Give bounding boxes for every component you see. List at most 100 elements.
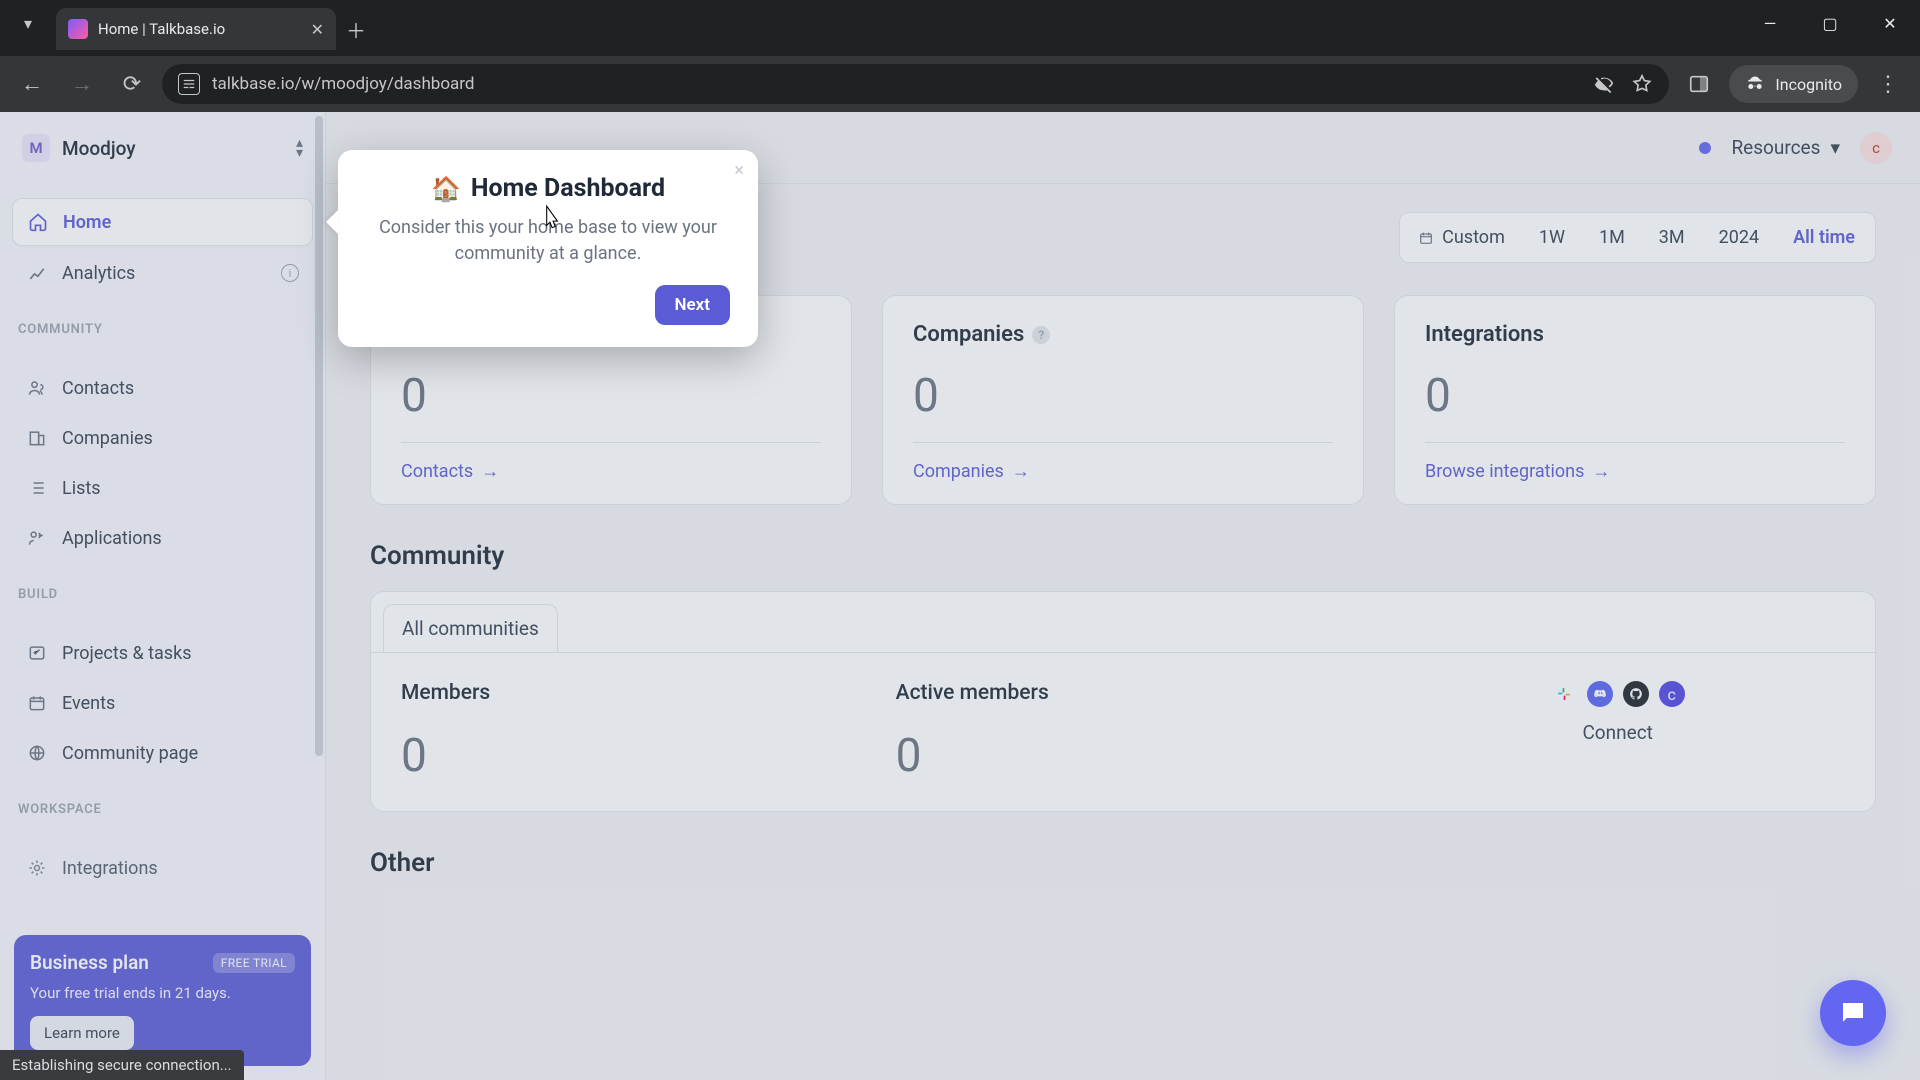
sidebar-item-label: Applications xyxy=(62,528,162,549)
sidebar-item-analytics[interactable]: Analytics i xyxy=(12,250,313,296)
tab-all-communities[interactable]: All communities xyxy=(383,604,558,652)
sidebar-item-lists[interactable]: Lists xyxy=(12,465,313,511)
arrow-right-icon: → xyxy=(481,461,499,482)
stat-link-contacts[interactable]: Contacts → xyxy=(401,442,821,482)
workspace-switcher[interactable]: M Moodjoy ▴▾ xyxy=(12,126,313,170)
sidebar-item-projects[interactable]: Projects & tasks xyxy=(12,630,313,676)
workspace-name: Moodjoy xyxy=(62,137,136,160)
section-other-title: Other xyxy=(370,848,1876,878)
window-close-icon[interactable]: ✕ xyxy=(1860,0,1920,46)
nav-reload-button[interactable]: ⟳ xyxy=(112,64,152,104)
analytics-icon xyxy=(26,262,48,284)
tracking-off-icon[interactable] xyxy=(1593,73,1615,95)
tab-search-dropdown[interactable]: ▾ xyxy=(0,0,56,46)
sidebar-item-integrations[interactable]: Integrations xyxy=(12,845,313,891)
onboarding-coachmark: × 🏠 Home Dashboard Consider this your ho… xyxy=(338,150,758,347)
address-bar[interactable]: talkbase.io/w/moodjoy/dashboard xyxy=(162,64,1669,104)
stat-card-companies: Companies? 0 Companies→ xyxy=(882,295,1364,505)
stat-link-label: Contacts xyxy=(401,461,473,482)
slack-icon xyxy=(1551,681,1577,707)
stat-link-integrations[interactable]: Browse integrations→ xyxy=(1425,442,1845,482)
time-range-filter: Custom 1W 1M 3M 2024 All time xyxy=(1399,212,1876,263)
filter-all-time[interactable]: All time xyxy=(1777,217,1871,258)
globe-icon xyxy=(26,742,48,764)
connect-button[interactable]: Connect xyxy=(1582,721,1652,744)
workspace-avatar: M xyxy=(22,134,50,162)
trial-title: Business plan xyxy=(30,951,149,974)
stat-title: Integrations xyxy=(1425,322,1544,347)
browser-status-text: Establishing secure connection... xyxy=(0,1050,244,1080)
sidebar-item-label: Analytics xyxy=(62,263,135,284)
stat-card-integrations: Integrations 0 Browse integrations→ xyxy=(1394,295,1876,505)
trial-learn-more-button[interactable]: Learn more xyxy=(30,1016,134,1050)
sidebar-item-events[interactable]: Events xyxy=(12,680,313,726)
github-icon xyxy=(1623,681,1649,707)
incognito-indicator[interactable]: Incognito xyxy=(1729,65,1858,103)
trial-subtitle: Your free trial ends in 21 days. xyxy=(30,984,295,1002)
sidebar-item-label: Lists xyxy=(62,478,101,499)
filter-2024[interactable]: 2024 xyxy=(1703,217,1775,258)
coachmark-title: Home Dashboard xyxy=(471,174,665,203)
resources-menu[interactable]: Resources ▾ xyxy=(1731,136,1840,159)
tab-favicon xyxy=(68,19,88,39)
sidebar-item-label: Integrations xyxy=(62,858,158,879)
browser-menu-icon[interactable]: ⋮ xyxy=(1868,64,1908,104)
coachmark-next-button[interactable]: Next xyxy=(655,285,731,325)
sidebar-item-companies[interactable]: Companies xyxy=(12,415,313,461)
user-avatar[interactable]: c xyxy=(1860,132,1892,164)
nav-forward-button[interactable]: → xyxy=(62,64,102,104)
nav-back-button[interactable]: ← xyxy=(12,64,52,104)
new-tab-button[interactable]: ＋ xyxy=(336,8,376,50)
sidebar-section-workspace: WORKSPACE xyxy=(18,802,307,817)
metric-active-value: 0 xyxy=(896,729,1351,783)
coachmark-body: Consider this your home base to view you… xyxy=(366,215,730,267)
sidebar: M Moodjoy ▴▾ Home Analytics i COMMUNITY xyxy=(0,112,326,1080)
site-settings-icon[interactable] xyxy=(178,73,200,95)
filter-1m[interactable]: 1M xyxy=(1583,217,1641,258)
filter-1w[interactable]: 1W xyxy=(1523,217,1581,258)
metric-active-label: Active members xyxy=(896,681,1351,705)
sidebar-item-community-page[interactable]: Community page xyxy=(12,730,313,776)
projects-icon xyxy=(26,642,48,664)
status-indicator-icon xyxy=(1699,142,1711,154)
browser-toolbar: ← → ⟳ talkbase.io/w/moodjoy/dashboard In… xyxy=(0,56,1920,112)
sidebar-item-home[interactable]: Home xyxy=(12,198,313,246)
sidebar-scrollbar[interactable] xyxy=(315,114,323,1078)
filter-3m[interactable]: 3M xyxy=(1643,217,1701,258)
trial-banner: Business plan FREE TRIAL Your free trial… xyxy=(14,935,311,1066)
incognito-label: Incognito xyxy=(1775,75,1842,94)
side-panel-icon[interactable] xyxy=(1679,64,1719,104)
url-text: talkbase.io/w/moodjoy/dashboard xyxy=(212,74,475,94)
scrollbar-thumb[interactable] xyxy=(315,116,323,756)
coachmark-close-button[interactable]: × xyxy=(734,160,744,181)
stat-value: 0 xyxy=(401,369,821,423)
discord-icon xyxy=(1587,681,1613,707)
info-icon: i xyxy=(281,264,299,282)
app-viewport: M Moodjoy ▴▾ Home Analytics i COMMUNITY xyxy=(0,112,1920,1080)
arrow-right-icon: → xyxy=(1592,461,1610,482)
house-emoji-icon: 🏠 xyxy=(431,175,461,203)
browser-tab[interactable]: Home | Talkbase.io ✕ xyxy=(56,8,336,50)
sidebar-item-applications[interactable]: Applications xyxy=(12,515,313,561)
chevron-up-down-icon: ▴▾ xyxy=(296,138,303,158)
coachmark-pointer-icon xyxy=(326,210,338,234)
sidebar-item-label: Community page xyxy=(62,743,198,764)
arrow-right-icon: → xyxy=(1012,461,1030,482)
sidebar-section-build: BUILD xyxy=(18,587,307,602)
stat-link-companies[interactable]: Companies → xyxy=(913,442,1333,482)
tab-close-icon[interactable]: ✕ xyxy=(311,20,324,39)
window-maximize-icon[interactable]: ▢ xyxy=(1800,0,1860,46)
lists-icon xyxy=(26,477,48,499)
sidebar-item-label: Contacts xyxy=(62,378,134,399)
tab-title: Home | Talkbase.io xyxy=(98,20,301,38)
calendar-icon xyxy=(1418,230,1434,246)
community-card: All communities Members 0 Active members… xyxy=(370,591,1876,812)
stat-link-label: Companies xyxy=(913,461,1004,482)
bookmark-star-icon[interactable] xyxy=(1631,73,1653,95)
help-icon[interactable]: ? xyxy=(1032,326,1050,344)
window-minimize-icon[interactable]: — xyxy=(1740,0,1800,46)
filter-custom[interactable]: Custom xyxy=(1404,217,1521,258)
chat-fab-button[interactable] xyxy=(1820,980,1886,1046)
sidebar-item-contacts[interactable]: Contacts xyxy=(12,365,313,411)
companies-icon xyxy=(26,427,48,449)
